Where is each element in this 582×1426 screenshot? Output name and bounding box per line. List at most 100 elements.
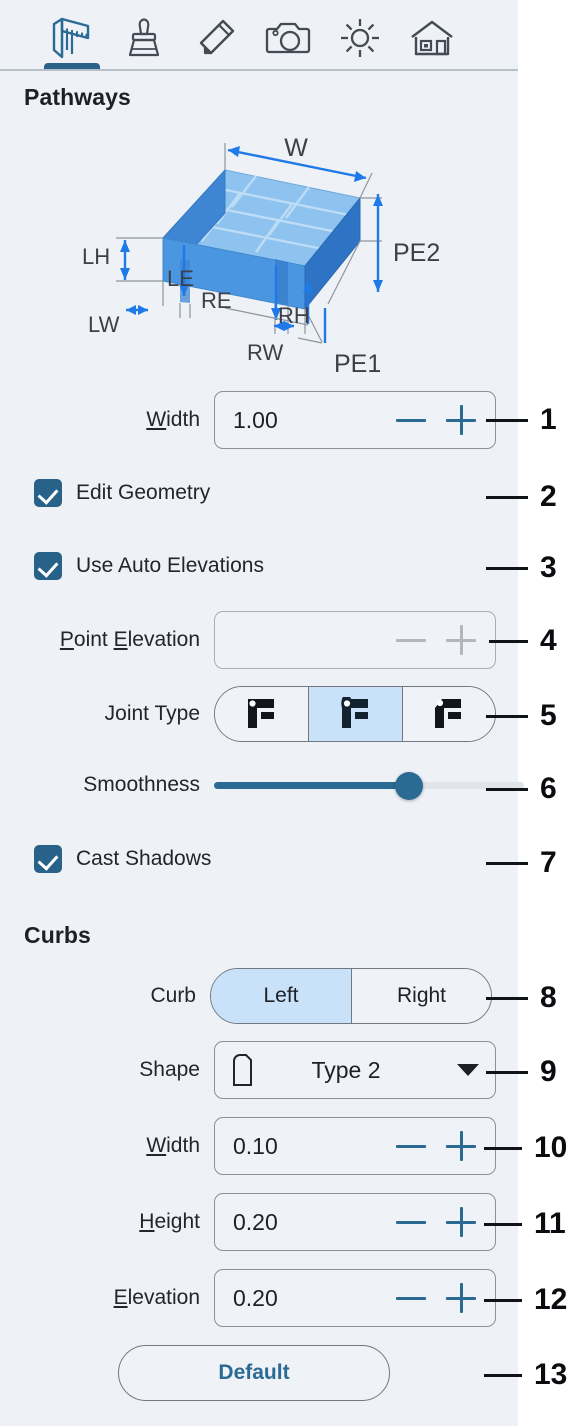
curb-elevation-value: 0.20 — [233, 1284, 278, 1311]
joint-type-row: Joint Type — [74, 686, 496, 742]
joint-type-round-option[interactable] — [309, 687, 403, 741]
smoothness-slider[interactable] — [214, 770, 524, 800]
callout-5: 5 — [486, 699, 557, 733]
terrain-tools-tab[interactable] — [36, 6, 108, 70]
point-elevation-decrement-button[interactable] — [393, 622, 429, 658]
pathways-width-decrement-button[interactable] — [393, 402, 429, 438]
callout-number: 12 — [534, 1283, 568, 1316]
diagram-label-rw: RW — [247, 340, 283, 365]
use-auto-elevations-checkbox[interactable]: Use Auto Elevations — [34, 552, 264, 580]
sun-icon — [341, 19, 379, 57]
diagram-label-pe2: PE2 — [393, 239, 440, 267]
pathways-width-increment-button[interactable] — [443, 402, 479, 438]
point-elevation-row: Point Elevation — [22, 611, 496, 669]
camera-icon — [265, 22, 311, 54]
callout-leader-line — [486, 418, 528, 422]
curb-shape-dropdown[interactable]: Type 2 — [214, 1041, 496, 1099]
curb-elevation-decrement-button[interactable] — [393, 1280, 429, 1316]
curb-width-increment-button[interactable] — [443, 1128, 479, 1164]
joint-type-segmented[interactable] — [214, 686, 496, 742]
curb-side-label: Curb — [150, 984, 196, 1007]
cast-shadows-label: Cast Shadows — [76, 847, 212, 870]
callout-leader-line — [486, 714, 528, 718]
chevron-down-icon[interactable] — [457, 1064, 479, 1076]
callout-leader-line — [484, 1298, 522, 1302]
joint-type-miter-option[interactable] — [215, 687, 309, 741]
diagram-label-w: W — [284, 134, 308, 162]
diagram-label-re: RE — [201, 288, 232, 313]
callout-leader-line — [486, 787, 528, 791]
callout-leader-line — [484, 1373, 522, 1377]
callout-number: 11 — [534, 1207, 566, 1240]
callout-leader-line — [489, 639, 528, 643]
curb-elevation-increment-button[interactable] — [443, 1280, 479, 1316]
callout-leader-line — [484, 1222, 522, 1226]
tool-tabs-toolbar — [0, 0, 518, 70]
curb-side-left-label: Left — [263, 984, 299, 1007]
joint-type-bevel-option[interactable] — [403, 687, 495, 741]
callout-11: 11 — [484, 1207, 566, 1241]
joint-type-label: Joint Type — [104, 702, 200, 725]
cast-shadows-checkbox[interactable]: Cast Shadows — [34, 845, 211, 873]
diagram-label-pe1: PE1 — [334, 350, 381, 378]
callout-leader-line — [486, 1070, 528, 1074]
callout-1: 1 — [486, 403, 557, 437]
callout-7: 7 — [486, 846, 557, 880]
curb-elevation-spinbox[interactable]: 0.20 — [214, 1269, 496, 1327]
point-elevation-label: Point Elevation — [59, 628, 200, 651]
smoothness-thumb[interactable] — [395, 772, 424, 800]
curb-width-spinbox[interactable]: 0.10 — [214, 1117, 496, 1175]
curb-side-left-option[interactable]: Left — [211, 969, 352, 1023]
curb-side-right-label: Right — [396, 984, 447, 1007]
callout-12: 12 — [484, 1283, 567, 1317]
callout-number: 5 — [540, 699, 557, 732]
building-tab[interactable] — [396, 6, 468, 70]
camera-tab[interactable] — [252, 6, 324, 70]
point-elevation-increment-button[interactable] — [443, 622, 479, 658]
curb-profile-type2-icon — [233, 1054, 252, 1086]
curb-default-button[interactable]: Default — [118, 1345, 390, 1401]
lighting-tab[interactable] — [324, 6, 396, 70]
curb-width-label: Width — [146, 1134, 200, 1157]
callout-number: 6 — [540, 772, 557, 805]
edit-geometry-checkbox[interactable]: Edit Geometry — [34, 479, 210, 507]
curb-height-decrement-button[interactable] — [393, 1204, 429, 1240]
curb-height-row: Height 0.20 — [118, 1193, 496, 1251]
curb-height-spinbox[interactable]: 0.20 — [214, 1193, 496, 1251]
smoothness-row: Smoothness — [52, 770, 524, 800]
pathways-settings-panel-screenshot: Pathways W PE2 PE1 LH LW LE RE RH RW Wid… — [0, 0, 582, 1426]
curb-width-decrement-button[interactable] — [393, 1128, 429, 1164]
pencil-icon — [199, 19, 235, 55]
curb-side-row: Curb Left Right — [130, 968, 492, 1024]
callout-13: 13 — [484, 1358, 567, 1392]
callout-number: 1 — [540, 403, 557, 436]
callout-number: 3 — [540, 551, 557, 584]
joint-bevel-icon — [435, 699, 461, 728]
diagram-label-rh: RH — [278, 303, 310, 328]
curb-height-increment-button[interactable] — [443, 1204, 479, 1240]
draw-tab[interactable] — [180, 6, 252, 70]
pathways-width-row: Width 1.00 — [118, 391, 496, 449]
pathways-width-label: Width — [146, 408, 200, 431]
callout-leader-line — [486, 566, 528, 570]
paint-tab[interactable] — [108, 6, 180, 70]
callout-8: 8 — [486, 981, 557, 1015]
pathways-width-value: 1.00 — [233, 406, 278, 433]
point-elevation-spinbox[interactable] — [214, 611, 496, 669]
curb-elevation-row: Elevation 0.20 — [88, 1269, 496, 1327]
callout-number: 4 — [540, 624, 557, 657]
smoothness-label: Smoothness — [83, 773, 200, 796]
edit-geometry-label: Edit Geometry — [76, 481, 211, 504]
curb-side-right-option[interactable]: Right — [352, 969, 491, 1023]
joint-miter-icon — [247, 699, 274, 728]
curb-height-label: Height — [139, 1210, 200, 1233]
pathways-width-spinbox[interactable]: 1.00 — [214, 391, 496, 449]
checkmark-icon — [34, 845, 62, 873]
callout-9: 9 — [486, 1055, 557, 1089]
checkmark-icon — [34, 552, 62, 580]
callout-number: 13 — [534, 1358, 568, 1391]
callout-leader-line — [486, 996, 528, 1000]
curb-side-segmented[interactable]: Left Right — [210, 968, 492, 1024]
house-icon — [411, 20, 453, 56]
callout-6: 6 — [486, 772, 557, 806]
